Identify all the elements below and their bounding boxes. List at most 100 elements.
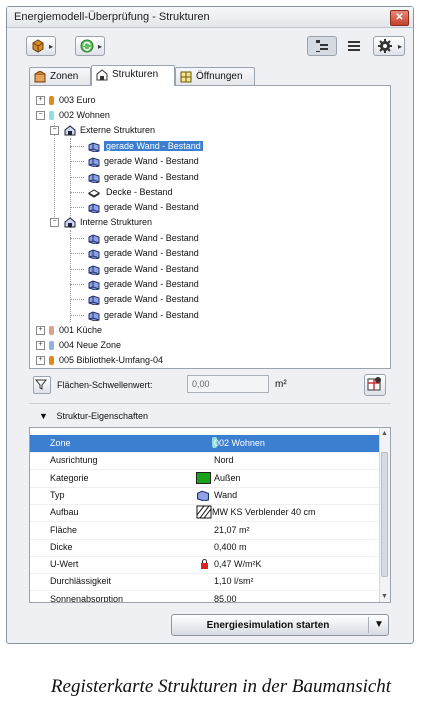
tree-item-label: Externe Strukturen [80, 125, 156, 135]
property-row[interactable]: Typ Wand [30, 487, 381, 505]
tree-item-zone[interactable]: + 005 Bibliothek-Umfang-04 [30, 353, 370, 368]
property-row[interactable]: Aufbau MW KS Verblender 40 cm [30, 504, 381, 523]
tree-item-group[interactable]: − Externe Strukturen [30, 123, 370, 138]
settings-button[interactable]: ▸ [373, 36, 405, 56]
property-row[interactable]: Kategorie Außen [30, 470, 381, 488]
property-value: 1,10 l/sm² [214, 576, 254, 587]
wall-icon [88, 310, 100, 321]
external-structure-icon [64, 125, 76, 136]
property-row[interactable]: Fläche 21,07 m² [30, 522, 381, 540]
collapse-triangle-icon[interactable]: ▼ [39, 411, 48, 421]
dropdown-arrow-icon[interactable]: ▼ [374, 619, 384, 630]
tree-item-zone[interactable]: − 002 Wohnen [30, 108, 370, 123]
expand-icon[interactable]: + [36, 326, 45, 335]
properties-table[interactable]: Zone 002 Wohnen Ausrichtung Nord Kategorie Au… [29, 427, 391, 603]
dropdown-arrow-icon: ▸ [97, 42, 102, 51]
property-row[interactable]: Zone 002 Wohnen [30, 435, 381, 453]
properties-scrollbar[interactable]: ▲ ▼ [379, 428, 390, 602]
tree-view-icon [316, 40, 328, 52]
property-value: 0,47 W/m²K [214, 559, 262, 570]
collapse-icon[interactable]: − [50, 218, 59, 227]
tree-item-zone[interactable]: + 003 Euro [30, 93, 370, 108]
tree-item-label: gerade Wand - Bestand [104, 248, 199, 259]
lock-icon [201, 559, 208, 570]
tree-view-button[interactable] [307, 36, 337, 56]
zone-color-icon [49, 111, 54, 120]
property-name: Durchlässigkeit [50, 576, 112, 587]
collapse-icon[interactable]: − [50, 126, 59, 135]
tree-item-structure[interactable]: gerade Wand - Bestand [30, 246, 370, 261]
tab-label: Öffnungen [196, 71, 243, 82]
list-view-icon [348, 41, 360, 51]
wall-icon [88, 157, 100, 168]
threshold-unit: m² [275, 379, 287, 390]
tree-item-structure[interactable]: gerade Wand - Bestand [30, 292, 370, 307]
tree-item-structure[interactable]: Decke - Bestand [30, 185, 370, 200]
start-simulation-label: Energiesimulation starten [206, 620, 330, 631]
scrollbar-thumb[interactable] [381, 452, 388, 577]
property-row[interactable]: Sonnenabsorption 85,00 [30, 591, 381, 602]
structure-settings-button[interactable] [364, 374, 386, 396]
collapse-icon[interactable]: − [36, 111, 45, 120]
expand-icon[interactable]: + [36, 341, 45, 350]
refresh-button[interactable]: ▸ [75, 36, 105, 56]
tree-item-label: 004 Neue Zone [59, 340, 122, 350]
tab-oeffnungen[interactable]: Öffnungen [175, 67, 255, 85]
structure-tree[interactable]: + 003 Euro − 002 Wohnen − Externe Strukt… [29, 85, 391, 369]
opening-icon [180, 71, 192, 83]
scroll-up-icon[interactable]: ▲ [381, 430, 388, 437]
tree-item-structure[interactable]: gerade Wand - Bestand [30, 308, 370, 323]
list-view-button[interactable] [342, 36, 364, 56]
tree-item-structure[interactable]: gerade Wand - Bestand [30, 231, 370, 246]
tab-label: Zonen [50, 71, 79, 82]
close-button[interactable]: ✕ [390, 10, 409, 26]
property-name: Ausrichtung [50, 455, 98, 466]
wall-icon [88, 203, 100, 214]
tree-item-label: gerade Wand - Bestand [104, 202, 199, 213]
tree-item-structure[interactable]: gerade Wand - Bestand [30, 200, 370, 215]
threshold-input[interactable]: 0,00 [187, 375, 269, 393]
tree-item-label: gerade Wand - Bestand [104, 171, 199, 182]
property-row[interactable]: U-Wert 0,47 W/m²K [30, 556, 381, 575]
window-title: Energiemodell-Überprüfung - Strukturen [14, 11, 210, 23]
tree-item-label: 002 Wohnen [59, 110, 110, 120]
property-name: Kategorie [50, 472, 89, 483]
tab-zonen[interactable]: Zonen [29, 67, 91, 85]
wall-icon [88, 280, 100, 290]
wall-icon [88, 295, 100, 306]
scroll-down-icon[interactable]: ▼ [381, 593, 388, 600]
tree-item-structure[interactable]: gerade Wand - Bestand [30, 277, 370, 292]
wall-icon [197, 490, 209, 501]
property-row[interactable]: Dicke 0,400 m [30, 539, 381, 557]
tree-item-group[interactable]: − Interne Strukturen [30, 215, 370, 230]
expand-icon[interactable]: + [36, 356, 45, 365]
tree-item-label: gerade Wand - Bestand [104, 263, 199, 274]
structure-filter-button[interactable]: ▸ [26, 36, 56, 56]
filter-button[interactable] [33, 376, 51, 394]
tree-item-structure[interactable]: gerade Wand - Bestand [30, 154, 370, 169]
property-name: U-Wert [50, 559, 79, 570]
button-divider [368, 617, 369, 633]
tree-item-structure[interactable]: gerade Wand - Bestand [30, 139, 370, 154]
zone-icon [34, 71, 46, 83]
section-header[interactable]: ▼ Struktur-Eigenschaften [39, 411, 148, 421]
zone-color-icon [49, 341, 54, 350]
tree-item-structure[interactable]: gerade Wand - Bestand [30, 170, 370, 185]
tree-item-zone[interactable]: + 004 Neue Zone [30, 338, 370, 353]
property-value: Außen [214, 472, 241, 483]
property-name: Dicke [50, 541, 73, 552]
property-row[interactable]: Durchlässigkeit 1,10 l/sm² [30, 573, 381, 592]
property-row[interactable]: Ausrichtung Nord [30, 452, 381, 471]
tree-item-structure[interactable]: gerade Wand - Bestand [30, 262, 370, 277]
property-value: Nord [214, 455, 234, 466]
wall-icon [88, 173, 100, 183]
tab-label: Strukturen [112, 69, 159, 80]
property-value: 0,400 m [214, 541, 247, 552]
expand-icon[interactable]: + [36, 96, 45, 105]
tree-item-zone[interactable]: + 001 Küche [30, 323, 370, 338]
funnel-icon [34, 379, 48, 390]
start-simulation-button[interactable]: Energiesimulation starten ▼ [171, 614, 389, 636]
title-bar: Energiemodell-Überprüfung - Strukturen ✕ [7, 7, 413, 28]
tab-strukturen[interactable]: Strukturen [91, 65, 175, 86]
tree-item-label: gerade Wand - Bestand [104, 141, 203, 151]
